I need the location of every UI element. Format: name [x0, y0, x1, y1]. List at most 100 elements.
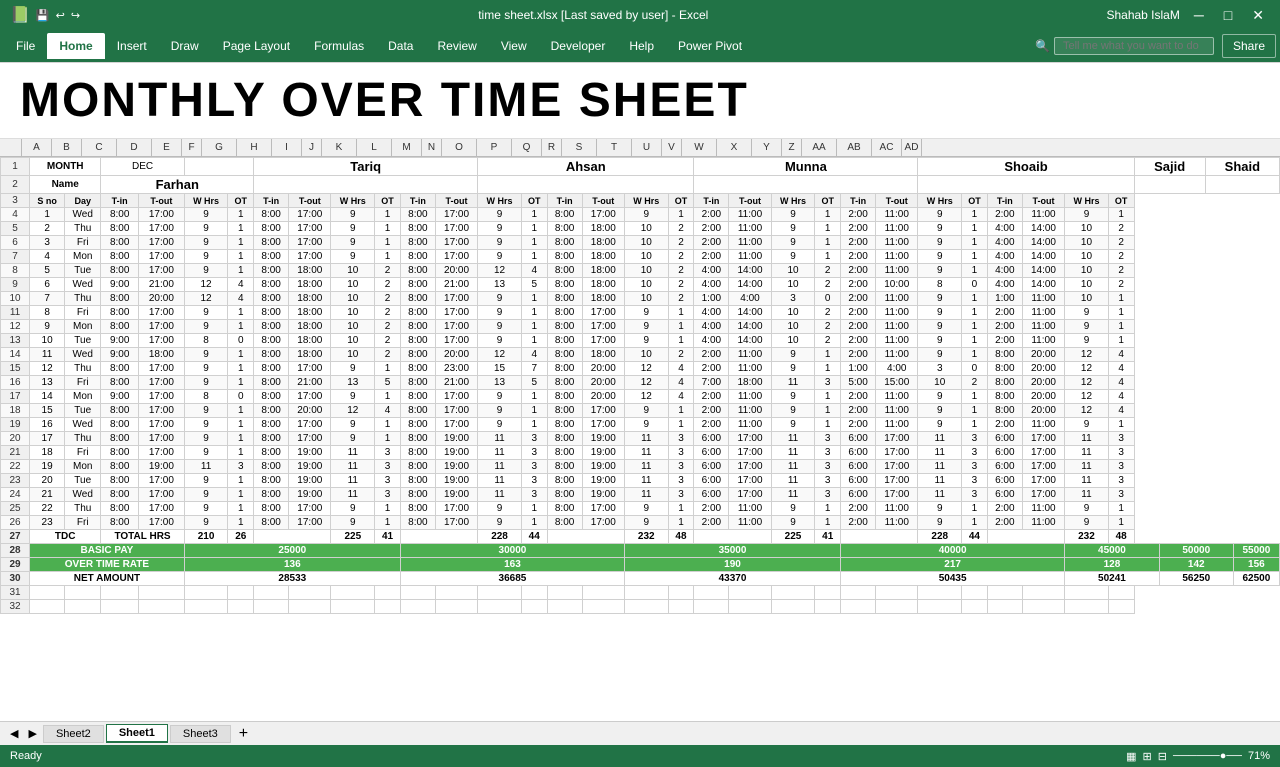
sheet-tab-sheet2[interactable]: Sheet2	[43, 725, 104, 743]
col-header-AB: AB	[837, 139, 872, 156]
col-header-H: H	[237, 139, 272, 156]
col-header-M: M	[392, 139, 422, 156]
ready-status: Ready	[10, 750, 42, 762]
ribbon-search-input[interactable]	[1054, 37, 1214, 55]
table-row: 1512Thu8:0017:00918:0017:00918:0023:0015…	[1, 362, 1280, 376]
header-row-3: 3S noDayT-inT-outW HrsOTT-inT-outW HrsOT…	[1, 194, 1280, 208]
zoom-level: 71%	[1248, 750, 1270, 762]
sheet-tab-sheet1[interactable]: Sheet1	[106, 724, 168, 743]
ribbon-tab-bar: File Home Insert Draw Page Layout Formul…	[0, 30, 1280, 62]
col-header-F: F	[182, 139, 202, 156]
search-icon: 🔍	[1035, 39, 1050, 53]
table-row: 1613Fri8:0017:00918:0021:001358:0021:001…	[1, 376, 1280, 390]
title-bar-left: 📗 💾 ↩ ↪	[10, 5, 80, 25]
minimize-button[interactable]: ─	[1188, 5, 1210, 25]
col-header-P: P	[477, 139, 512, 156]
basic-pay-row: 28BASIC PAY25000300003500040000450005000…	[1, 544, 1280, 558]
tab-formulas[interactable]: Formulas	[302, 33, 376, 59]
table-row: 41Wed8:0017:00918:0017:00918:0017:00918:…	[1, 208, 1280, 222]
quick-access-save[interactable]: 💾	[36, 9, 50, 22]
col-header-L: L	[357, 139, 392, 156]
close-button[interactable]: ✕	[1246, 5, 1270, 26]
table-row: 107Thu8:0020:001248:0018:001028:0017:009…	[1, 292, 1280, 306]
table-row: 52Thu8:0017:00918:0017:00918:0017:00918:…	[1, 222, 1280, 236]
sheet-big-title: MONTHLY OVER TIME SHEET	[0, 63, 1280, 139]
view-normal-icon[interactable]: ▦	[1126, 750, 1136, 763]
table-row: 1815Tue8:0017:00918:0020:001248:0017:009…	[1, 404, 1280, 418]
add-sheet-button[interactable]: +	[233, 725, 254, 743]
table-row: 1714Mon9:0017:00808:0017:00918:0017:0091…	[1, 390, 1280, 404]
spreadsheet-container: MONTHLY OVER TIME SHEET ABCDEFGHIJKLMNOP…	[0, 63, 1280, 721]
table-row: 96Wed9:0021:001248:0018:001028:0021:0013…	[1, 278, 1280, 292]
table-row: 1411Wed9:0018:00918:0018:001028:0020:001…	[1, 348, 1280, 362]
table-row: 2522Thu8:0017:00918:0017:00918:0017:0091…	[1, 502, 1280, 516]
timesheet-table: 1MONTHDECTariqAhsanMunnaShoaibSajidShaid…	[0, 157, 1280, 614]
view-layout-icon[interactable]: ⊞	[1143, 750, 1152, 763]
col-header-Q: Q	[512, 139, 542, 156]
tab-developer[interactable]: Developer	[539, 33, 618, 59]
table-row: 63Fri8:0017:00918:0017:00918:0017:00918:…	[1, 236, 1280, 250]
table-row: 2017Thu8:0017:00918:0017:00918:0019:0011…	[1, 432, 1280, 446]
col-header-Y: Y	[752, 139, 782, 156]
col-header-T: T	[597, 139, 632, 156]
tab-review[interactable]: Review	[425, 33, 488, 59]
tab-home[interactable]: Home	[47, 33, 104, 59]
col-header-W: W	[682, 139, 717, 156]
zoom-controls[interactable]: ▦ ⊞ ⊟ ──────●── 71%	[1126, 750, 1270, 763]
header-row-2: 2NameFarhan	[1, 176, 1280, 194]
tab-help[interactable]: Help	[617, 33, 666, 59]
table-row: 1916Wed8:0017:00918:0017:00918:0017:0091…	[1, 418, 1280, 432]
col-header-G: G	[202, 139, 237, 156]
col-header-A: A	[22, 139, 52, 156]
table-row: 2320Tue8:0017:00918:0019:001138:0019:001…	[1, 474, 1280, 488]
excel-icon: 📗	[10, 5, 30, 25]
tab-file[interactable]: File	[4, 33, 47, 59]
header-row-1: 1MONTHDECTariqAhsanMunnaShoaibSajidShaid	[1, 158, 1280, 176]
share-button[interactable]: Share	[1222, 34, 1276, 58]
table-area[interactable]: 1MONTHDECTariqAhsanMunnaShoaibSajidShaid…	[0, 157, 1280, 721]
col-header-U: U	[632, 139, 662, 156]
col-header-X: X	[717, 139, 752, 156]
col-header-O: O	[442, 139, 477, 156]
col-header-D: D	[117, 139, 152, 156]
table-row: 2421Wed8:0017:00918:0019:001138:0019:001…	[1, 488, 1280, 502]
tab-page-layout[interactable]: Page Layout	[211, 33, 302, 59]
col-header-V: V	[662, 139, 682, 156]
user-name: Shahab IslaM	[1106, 8, 1179, 22]
ribbon: File Home Insert Draw Page Layout Formul…	[0, 30, 1280, 63]
sheet-tab-bar: ◀ ▶ Sheet2 Sheet1 Sheet3 +	[0, 721, 1280, 745]
restore-button[interactable]: □	[1218, 5, 1238, 25]
table-row: 2623Fri8:0017:00918:0017:00918:0017:0091…	[1, 516, 1280, 530]
tab-insert[interactable]: Insert	[105, 33, 159, 59]
col-header-N: N	[422, 139, 442, 156]
tab-data[interactable]: Data	[376, 33, 425, 59]
table-row: 2118Fri8:0017:00918:0019:001138:0019:001…	[1, 446, 1280, 460]
tab-draw[interactable]: Draw	[159, 33, 211, 59]
zoom-slider[interactable]: ──────●──	[1173, 750, 1242, 762]
col-header-AD: AD	[902, 139, 922, 156]
ribbon-search-area: 🔍	[1035, 37, 1214, 55]
col-header-J: J	[302, 139, 322, 156]
tab-view[interactable]: View	[489, 33, 539, 59]
quick-access-undo[interactable]: ↩	[56, 9, 65, 22]
column-headers: ABCDEFGHIJKLMNOPQRSTUVWXYZAAABACAD	[0, 139, 1280, 157]
col-header-AC: AC	[872, 139, 902, 156]
view-break-icon[interactable]: ⊟	[1158, 750, 1167, 763]
sheet-tab-sheet3[interactable]: Sheet3	[170, 725, 231, 743]
status-bar: Ready ▦ ⊞ ⊟ ──────●── 71%	[0, 745, 1280, 767]
quick-access-redo[interactable]: ↪	[71, 9, 80, 22]
tab-power-pivot[interactable]: Power Pivot	[666, 33, 754, 59]
table-row: 118Fri8:0017:00918:0018:001028:0017:0091…	[1, 306, 1280, 320]
table-row: 2219Mon8:0019:001138:0019:001138:0019:00…	[1, 460, 1280, 474]
col-header-S: S	[562, 139, 597, 156]
col-header-K: K	[322, 139, 357, 156]
net-amount-row: 30NET AMOUNT2853336685433705043550241562…	[1, 572, 1280, 586]
title-bar: 📗 💾 ↩ ↪ time sheet.xlsx [Last saved by u…	[0, 0, 1280, 30]
col-header-B: B	[52, 139, 82, 156]
col-header-AA: AA	[802, 139, 837, 156]
sheet-nav-left[interactable]: ◀	[6, 727, 22, 740]
table-row: 85Tue8:0017:00918:0018:001028:0020:00124…	[1, 264, 1280, 278]
col-header-Z: Z	[782, 139, 802, 156]
sheet-nav-right[interactable]: ▶	[24, 727, 40, 740]
table-row: 74Mon8:0017:00918:0017:00918:0017:00918:…	[1, 250, 1280, 264]
